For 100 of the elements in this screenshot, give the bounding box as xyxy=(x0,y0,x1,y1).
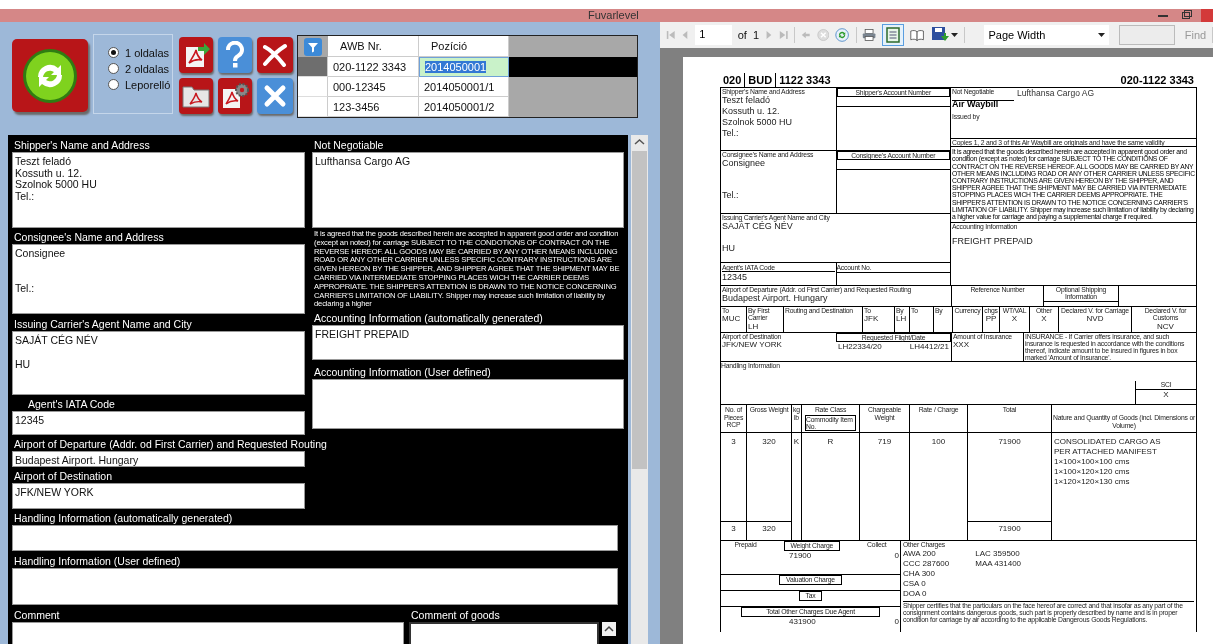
airport-code: BUD xyxy=(744,73,776,87)
field-label: Agent's IATA Code xyxy=(27,398,116,411)
field-value: X xyxy=(1040,314,1048,325)
table-cell: 000-12345 xyxy=(328,77,419,97)
radio-option[interactable]: 2 oldalas xyxy=(108,61,172,76)
awb-serial: 1122 3343 xyxy=(775,73,834,87)
handling-field[interactable] xyxy=(12,525,618,551)
table-cell: K xyxy=(792,437,801,448)
column-header[interactable]: Pozíció xyxy=(419,36,509,57)
pdf-settings-button[interactable] xyxy=(218,78,252,114)
goods-description: CONSOLIDATED CARGO AS PER ATTACHED MANIFEST 1×100×100×100 cms 1×100×120×120 cms 1×120×120×130 cms xyxy=(1053,437,1162,488)
field-value: 0 xyxy=(894,550,899,560)
table-cell-text: 719 xyxy=(876,437,893,448)
carrier-name: Lufthansa Cargo AG xyxy=(1016,88,1095,98)
open-pdf-button[interactable] xyxy=(179,78,213,114)
print-layout-button[interactable] xyxy=(882,24,905,46)
refresh-icon[interactable] xyxy=(835,26,850,44)
other-charge: AWA 200 xyxy=(903,548,937,559)
field-label: Accounting Information (automatically generated) xyxy=(313,312,544,325)
row-header[interactable] xyxy=(298,57,328,77)
comment-field[interactable] xyxy=(409,622,599,644)
field-value: LH xyxy=(896,314,908,325)
folder-icon xyxy=(181,83,211,109)
table-cell-text: 3 xyxy=(730,437,737,448)
table-cell: 71900 xyxy=(968,521,1051,541)
field-value: LH22334/20 xyxy=(838,341,882,352)
field-label: Not Negotiable xyxy=(313,139,385,152)
cancel-button[interactable] xyxy=(257,37,293,73)
other-charge: CCC 287600 xyxy=(903,558,950,569)
find-field[interactable] xyxy=(1119,25,1175,45)
comment-field[interactable] xyxy=(12,622,404,644)
destination-field[interactable]: JFK/NEW YORK xyxy=(12,483,305,509)
maximize-icon[interactable] xyxy=(1182,10,1192,19)
field-value: X xyxy=(1010,314,1019,325)
refresh-button[interactable] xyxy=(12,39,88,112)
departure-field[interactable]: Budapest Airport. Hungary xyxy=(12,451,305,467)
field-label: Airport of Departure (Addr. od First Carrier) and Requested Routing xyxy=(13,438,328,451)
pdf-gear-icon xyxy=(220,82,250,110)
field-value: Teszt feladó Kossuth u. 12. Szolnok 5000 HU Tel.: xyxy=(722,95,794,140)
table-cell-text: R xyxy=(826,437,835,448)
field-label: Shipper's Name and Address xyxy=(13,139,151,152)
field-label: Airport of Destination xyxy=(13,470,114,483)
table-cell: 123-3456 xyxy=(328,97,419,117)
caret-icon xyxy=(950,33,958,37)
table-cell: 2014050001/1 xyxy=(419,77,509,97)
radio-option[interactable]: 1 oldalas xyxy=(108,45,172,60)
page-number-field[interactable]: 1 xyxy=(695,25,732,45)
iata-code-field[interactable]: 12345 xyxy=(12,411,305,435)
zoom-dropdown[interactable]: Page Width xyxy=(984,25,1110,45)
print-icon[interactable] xyxy=(862,27,877,43)
refresh-icon xyxy=(21,46,79,105)
field-value: 0 xyxy=(894,616,899,626)
book-icon[interactable] xyxy=(910,27,925,43)
pdf-export-button[interactable] xyxy=(179,37,213,73)
field-value: SAJÁT CÉG NÉV HU xyxy=(722,221,794,255)
other-charge: LAC 359500 xyxy=(975,548,1021,559)
field-value: 12345 xyxy=(722,272,749,284)
window-title: Fuvarlevel xyxy=(588,9,639,21)
radio-option[interactable]: Leporelló xyxy=(108,77,172,92)
table-cell-text: 71900 xyxy=(997,437,1022,448)
field-label: Accounting Information (User defined) xyxy=(313,366,492,379)
page-count: 1 xyxy=(752,29,760,41)
handling-field[interactable] xyxy=(12,568,618,605)
accounting-field[interactable] xyxy=(312,379,624,429)
page-of-label: of xyxy=(737,29,747,41)
field-value: PP xyxy=(985,314,997,325)
accounting-field[interactable]: FREIGHT PREPAID xyxy=(312,325,624,360)
field-value: Consignee Tel.: xyxy=(722,158,767,202)
field-value: LH4412/21 xyxy=(909,341,949,352)
cross-icon xyxy=(263,84,287,108)
field-label: Handling Information (User defined) xyxy=(13,555,182,568)
filter-icon[interactable] xyxy=(304,37,322,56)
field-value: MUC xyxy=(722,314,742,325)
table-cell: 3 xyxy=(721,521,746,541)
awb-prefix: 020 xyxy=(722,73,743,87)
close-form-button[interactable] xyxy=(257,78,293,114)
field-value: JFK xyxy=(864,314,880,325)
address-field[interactable]: Consignee Tel.: xyxy=(12,244,305,314)
other-charge: CHA 300 xyxy=(903,568,937,579)
other-charge: CSA 0 xyxy=(903,578,927,589)
question-mark-icon xyxy=(224,41,246,69)
field-value: Budapest Airport. Hungary xyxy=(722,293,828,305)
carrier-field[interactable]: Lufthansa Cargo AG xyxy=(312,152,624,228)
field-label: Comment of goods xyxy=(410,609,501,622)
field-value: XXX xyxy=(953,339,970,350)
field-label: Comment xyxy=(13,609,61,622)
column-header[interactable]: AWB Nr. xyxy=(328,36,419,57)
agent-field[interactable]: SAJÁT CÉG NÉV HU xyxy=(12,331,305,395)
address-field[interactable]: Teszt feladó Kossuth u. 12. Szolnok 5000 HU Tel.: xyxy=(12,152,305,228)
help-button[interactable] xyxy=(218,37,252,73)
field-value: X xyxy=(1162,389,1170,400)
scroll-up-icon[interactable] xyxy=(602,622,616,636)
cross-icon xyxy=(262,43,288,67)
table-cell: 2014050001/2 xyxy=(419,97,509,117)
caret-icon xyxy=(1098,33,1106,37)
table-cell-text: 320 xyxy=(761,437,777,448)
field-label: Issuing Carrier's Agent Name and City xyxy=(13,318,193,331)
scrollbar[interactable] xyxy=(631,135,648,644)
field-value: NVD xyxy=(1085,314,1105,325)
other-charge: DOA 0 xyxy=(903,588,928,599)
